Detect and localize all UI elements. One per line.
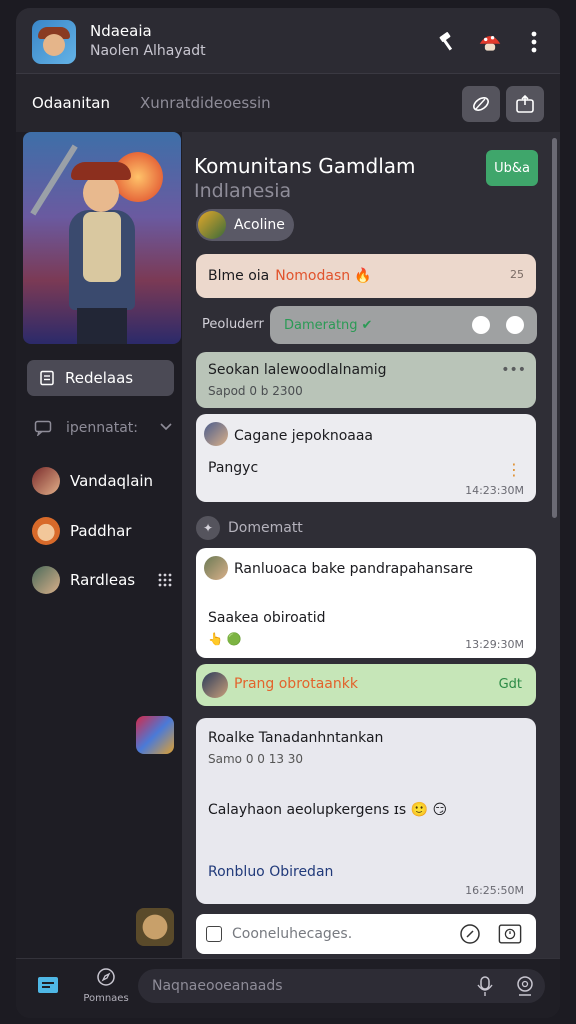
tab-bar: Odaanitan Xunratdideoessin xyxy=(16,74,560,132)
message-time: 16:25:50M xyxy=(465,884,524,897)
compass-icon xyxy=(97,968,115,986)
sidebar-item-label: Paddhar xyxy=(70,522,132,540)
tab-secondary[interactable]: Xunratdideoessin xyxy=(140,94,271,112)
message-tag: Gdt xyxy=(498,677,522,692)
message-composer[interactable]: Cooneluhecages. xyxy=(196,914,536,954)
separator-label: Domematt xyxy=(228,520,303,536)
sidebar-item-label: Vandaqlain xyxy=(70,472,154,490)
section-separator: ✦ Domematt xyxy=(196,516,303,540)
active-status[interactable]: Acoline xyxy=(196,209,294,241)
check-icon: ✔ xyxy=(361,317,373,333)
sender-name: Prang obrotaankk xyxy=(234,676,358,692)
channel-subtitle: Indlanesia xyxy=(194,180,292,202)
more-vertical-icon[interactable]: ⋮ xyxy=(506,460,522,479)
status-row[interactable]: Peoluderr Dameratng ✔ xyxy=(196,306,537,344)
app-subtitle: Naolen Alhayadt xyxy=(90,43,206,59)
message-bubble[interactable]: Roalke Tanadanhntankan Samo 0 0 13 30 Ca… xyxy=(196,718,536,904)
hot-label: Nomodasn xyxy=(275,268,351,284)
sidebar: Redelaas ipennatat: Vandaqlain Paddhar R… xyxy=(16,132,182,958)
mushroom-avatar-icon[interactable] xyxy=(478,30,502,54)
sidebar-section-label: ipennatat: xyxy=(66,420,138,436)
orange-avatar xyxy=(32,517,60,545)
trending-row[interactable]: Blme oia Nomodasn 🔥 25 xyxy=(196,254,536,298)
game-thumbnail[interactable] xyxy=(136,716,174,754)
message-text-secondary: Ronbluo Obiredan xyxy=(208,864,334,880)
message-text: Pangyc xyxy=(208,460,259,476)
hero-artwork xyxy=(23,132,181,344)
sender-avatar xyxy=(204,556,228,580)
message-bubble[interactable]: Prang obrotaankk Gdt xyxy=(196,664,536,706)
scrollbar[interactable] xyxy=(552,138,557,518)
sidebar-section-header[interactable]: ipennatat: xyxy=(34,416,174,440)
message-bubble[interactable]: Cagane jepoknoaaa Pangyc ⋮ 14:23:30M xyxy=(196,414,536,502)
status-pill[interactable]: Dameratng ✔ xyxy=(270,306,537,344)
composer-placeholder: Cooneluhecages. xyxy=(232,926,353,942)
sender-name: Ranluoaca bake pandrapahansare xyxy=(234,561,473,577)
bottom-nav-label: Pomnaes xyxy=(83,993,129,1004)
message-time: 14:23:30M xyxy=(465,484,524,497)
gamepad-icon: ✦ xyxy=(196,516,220,540)
warrior-avatar xyxy=(32,467,60,495)
knight-avatar xyxy=(32,566,60,594)
attach-icon[interactable] xyxy=(458,923,482,945)
monster-avatar[interactable] xyxy=(136,908,174,946)
chevron-down-icon xyxy=(160,423,172,431)
app-window: Ndaeaia Naolen Alhayadt Odaanitan Xunrat… xyxy=(16,8,560,1018)
microphone-icon[interactable] xyxy=(474,975,496,997)
more-vertical-icon[interactable] xyxy=(522,30,546,54)
top-bar: Ndaeaia Naolen Alhayadt xyxy=(16,8,560,74)
app-name: Ndaeaia xyxy=(90,22,152,40)
channel-title: Komunitans Gamdlam xyxy=(194,154,416,178)
chat-panel: Komunitans Gamdlam Indlanesia Ub&a Acoli… xyxy=(182,132,560,958)
status-pill-label: Dameratng xyxy=(284,317,358,333)
sidebar-item-label: Rardleas xyxy=(70,571,136,589)
chat-icon xyxy=(34,420,52,436)
channel-row-title: Seokan lalewoodlalnamig xyxy=(208,362,387,378)
sender-name: Cagane jepoknoaaa xyxy=(234,428,373,444)
more-horizontal-icon[interactable]: ••• xyxy=(501,362,526,378)
app-logo xyxy=(32,20,76,64)
sender-sub: Samo 0 0 13 30 xyxy=(208,752,304,766)
search-placeholder: Naqnaeooeanaads xyxy=(152,978,283,994)
active-label: Acoline xyxy=(234,217,285,233)
hammer-icon[interactable] xyxy=(436,30,460,54)
info-icon[interactable] xyxy=(506,316,524,334)
sender-avatar xyxy=(204,422,228,446)
online-button[interactable]: Ub&a xyxy=(486,150,538,186)
home-icon[interactable] xyxy=(36,973,60,997)
bottom-bar: Pomnaes Naqnaeooeanaads xyxy=(16,958,560,1018)
row-text: Blme oia xyxy=(208,268,270,284)
message-time: 13:29:30M xyxy=(465,638,524,651)
sidebar-primary-label: Redelaas xyxy=(65,369,134,387)
send-icon[interactable] xyxy=(498,923,522,945)
feather-icon[interactable] xyxy=(462,86,500,122)
sidebar-primary-button[interactable]: Redelaas xyxy=(27,360,174,396)
message-text: Saakea obiroatid xyxy=(208,610,326,626)
row-count: 25 xyxy=(510,268,524,281)
sidebar-item[interactable]: Vandaqlain xyxy=(32,466,178,496)
fire-icon: 🔥 xyxy=(354,268,372,284)
message-bubble[interactable]: Ranluoaca bake pandrapahansare Saakea ob… xyxy=(196,548,536,658)
search-input[interactable]: Naqnaeooeanaads xyxy=(138,969,545,1003)
sidebar-item[interactable]: Rardleas xyxy=(32,565,178,595)
sender-name: Roalke Tanadanhntankan xyxy=(208,730,384,746)
bottom-nav-reminders[interactable]: Pomnaes xyxy=(82,967,130,1004)
user-avatar xyxy=(198,211,226,239)
toggle-dot-icon[interactable] xyxy=(472,316,490,334)
location-icon[interactable] xyxy=(514,975,536,997)
sidebar-item[interactable]: Paddhar xyxy=(32,516,178,546)
message-text: Calayhaon aeolupkergens ɪs 🙂 😏 xyxy=(208,802,448,818)
status-label: Peoluderr xyxy=(202,317,264,332)
channel-row-sub: Sapod 0 b 2300 xyxy=(208,384,303,398)
checkbox[interactable] xyxy=(206,926,222,942)
grid-dots-icon[interactable] xyxy=(158,573,172,587)
sender-avatar xyxy=(202,672,228,698)
channel-row[interactable]: Seokan lalewoodlalnamig Sapod 0 b 2300 •… xyxy=(196,352,536,408)
share-icon[interactable] xyxy=(506,86,544,122)
message-reactions[interactable]: 👆 🟢 xyxy=(208,632,242,646)
tab-primary[interactable]: Odaanitan xyxy=(32,94,110,112)
document-icon xyxy=(40,370,54,386)
